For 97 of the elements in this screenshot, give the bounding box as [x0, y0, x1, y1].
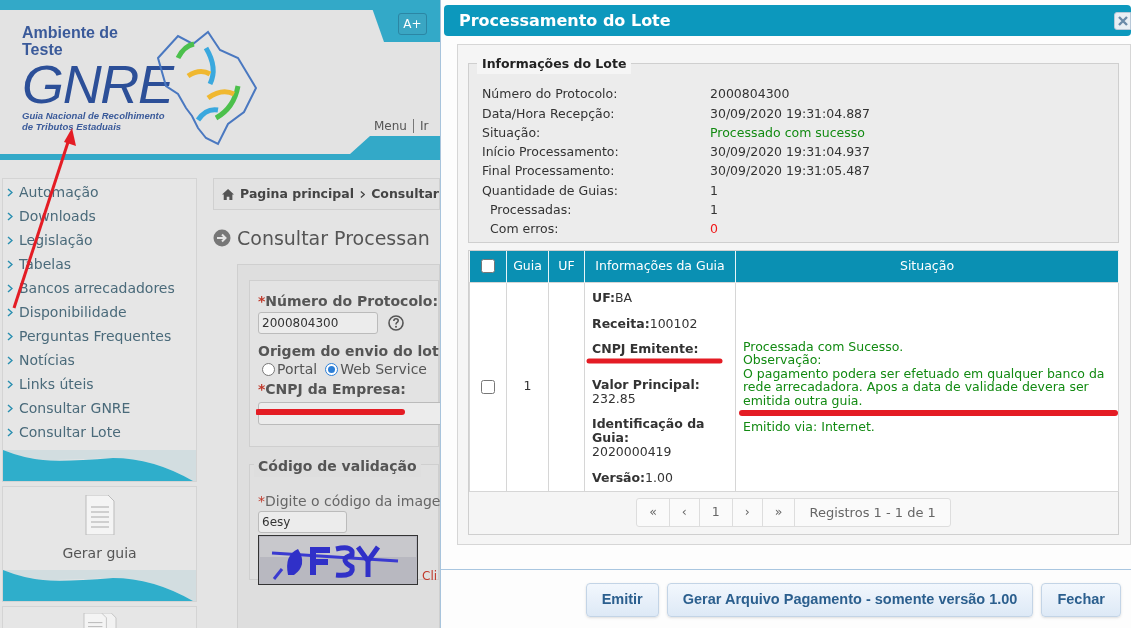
guide-info-value: 2020000419 [592, 444, 673, 459]
dialog-button[interactable]: Gerar Arquivo Pagamento - somente versão 1.00 [666, 583, 1034, 617]
guide-info-value: 232.85 [592, 391, 636, 406]
logo-text: Teste [22, 41, 64, 58]
guide-info-label: Valor Principal: [592, 377, 701, 392]
info-label: Data/Hora Recepção: [482, 104, 616, 123]
field-label: Digite o código da image [265, 492, 440, 509]
info-value: 30/09/2020 19:31:05.487 [710, 162, 870, 181]
pagination-button[interactable]: ‹ [669, 499, 700, 526]
info-label: Processadas: [489, 201, 573, 220]
field-label: Origem do envio do lot [258, 342, 438, 359]
arrow-circle-icon [213, 229, 231, 247]
info-value: Processado com sucesso [710, 123, 865, 142]
fieldset-legend: Código de validação [254, 456, 421, 477]
close-button[interactable] [1114, 12, 1131, 30]
chevron-icon [7, 211, 13, 221]
document-icon [83, 495, 116, 535]
logo-caption: de Tributos Estaduais [22, 121, 123, 132]
help-icon [388, 315, 404, 331]
info-label: Situação: [482, 123, 542, 142]
logo-caption: Guia Nacional de Recolhimento [22, 110, 166, 121]
radio-option[interactable]: Portal [262, 358, 318, 380]
info-value: 2000804300 [710, 85, 790, 104]
dialog-button[interactable]: Emitir [585, 583, 659, 617]
guide-info-text: UF:BA [592, 289, 634, 305]
info-value: 30/09/2020 19:31:04.887 [710, 104, 870, 123]
column-header: UF [548, 251, 585, 282]
chevron-icon [7, 187, 13, 197]
pagination-button[interactable]: « [637, 499, 670, 526]
sidebar-item[interactable]: Notícias [3, 348, 196, 372]
radio-button[interactable] [325, 362, 339, 376]
sidebar-item[interactable]: Consultar GNRE [3, 396, 196, 420]
input-field[interactable]: 2000804300 [258, 312, 378, 334]
info-label: Com erros: [489, 220, 560, 239]
pagination-button[interactable]: 1 [699, 499, 733, 526]
status-text: Observação: [743, 353, 823, 367]
breadcrumb-link[interactable]: Pagina principal [240, 184, 354, 204]
logo-title: GNRE [22, 58, 173, 110]
page-heading: Consultar Processan [237, 225, 430, 251]
chevron-icon [7, 283, 13, 293]
close-icon [1118, 16, 1128, 26]
field-label: Número do Protocolo: [265, 291, 439, 311]
info-value: 1 [710, 181, 718, 200]
table-cell: 1 [506, 282, 549, 491]
info-value: 30/09/2020 19:31:04.937 [710, 143, 870, 162]
card-label: Gerar guia [62, 544, 137, 563]
guide-info-text: Receita:100102 [592, 315, 699, 331]
status-text: Emitido via: Internet. [743, 420, 876, 434]
sidebar-card[interactable]: Gerar guia [2, 486, 197, 602]
required-mark: * [258, 379, 266, 399]
chevron-icon [7, 331, 13, 341]
chevron-icon [7, 307, 13, 317]
guide-info-label: Identificação da Guia: [592, 416, 706, 445]
required-mark: * [258, 291, 266, 311]
info-value: 0 [710, 220, 718, 239]
dialog-button[interactable]: Fechar [1041, 583, 1121, 617]
pagination-button[interactable]: › [732, 499, 763, 526]
guide-info-label: CNPJ Emitente: [592, 341, 700, 356]
dialog-title: Processamento do Lote [459, 9, 671, 32]
fieldset-legend: Informações do Lote [477, 55, 632, 74]
status-text: O pagamento podera ser efetuado em qualquer banco da rede arrecadadora. Apos a data de validade devera ser emitida outra guia. [743, 366, 1106, 407]
info-label: Número do Protocolo: [482, 85, 619, 104]
info-label: Final Processamento: [482, 162, 616, 181]
radio-button[interactable] [262, 362, 275, 376]
checkbox[interactable] [480, 259, 495, 274]
home-icon [222, 187, 235, 201]
info-value: 1 [710, 201, 718, 220]
sidebar-item[interactable]: Perguntas Frequentes [3, 324, 196, 348]
breadcrumb-link[interactable]: Consultar [371, 184, 439, 204]
chevron-icon [7, 259, 13, 269]
checkbox[interactable] [481, 379, 495, 394]
pagination-button[interactable]: » [762, 499, 796, 526]
refresh-link[interactable]: Cli [422, 567, 438, 585]
logo-text: Ambiente de [22, 24, 119, 41]
chevron-icon [7, 427, 13, 437]
guide-info-text: Versão:1.00 [592, 469, 674, 485]
record-count: Registros 1 - 1 de 1 [808, 503, 937, 522]
chevron-icon [359, 189, 366, 199]
sidebar-item[interactable]: Disponibilidade [3, 300, 196, 324]
column-header: Informações da Guia [584, 251, 736, 282]
info-label: Início Processamento: [482, 143, 620, 162]
sidebar-item[interactable]: Consultar Lote [3, 420, 196, 444]
chevron-icon [7, 355, 13, 365]
field-label: CNPJ da Empresa: [265, 379, 406, 399]
status-text: Processada com Sucesso. [743, 339, 905, 353]
chevron-icon [7, 403, 13, 413]
chevron-icon [7, 235, 13, 245]
info-label: Quantidade de Guias: [482, 181, 619, 200]
chevron-icon [7, 379, 13, 389]
nav-link[interactable]: Menu [374, 117, 407, 135]
sidebar-item[interactable]: Links úteis [3, 372, 196, 396]
column-header: Situação [735, 251, 1119, 282]
column-header: Guia [506, 251, 549, 282]
required-mark: * [258, 492, 265, 509]
radio-option[interactable]: Web Service [325, 358, 427, 380]
nav-link[interactable]: Ir [419, 117, 429, 135]
input-field[interactable]: 6esy [258, 511, 347, 533]
